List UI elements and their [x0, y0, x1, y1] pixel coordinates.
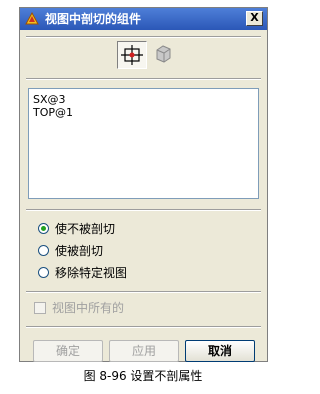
divider [26, 291, 261, 293]
radio-label: 使不被剖切 [55, 222, 116, 236]
page: 视图中剖切的组件 X SX@3 TOP@1 使不被剖切 使被剖切 移除特定视图 … [0, 0, 286, 394]
apply-button[interactable]: 应用 [109, 340, 179, 362]
ok-button[interactable]: 确定 [33, 340, 103, 362]
radio-button[interactable] [38, 267, 49, 278]
divider [26, 78, 261, 80]
all-in-view-checkbox[interactable] [34, 302, 46, 314]
close-button[interactable]: X [246, 11, 263, 26]
figure-caption: 图 8-96 设置不剖属性 [83, 369, 203, 383]
divider [26, 209, 261, 211]
component-list[interactable]: SX@3 TOP@1 [28, 88, 259, 199]
radio-button[interactable] [38, 245, 49, 256]
app-icon [25, 11, 39, 25]
section-components-dialog: 视图中剖切的组件 X SX@3 TOP@1 使不被剖切 使被剖切 移除特定视图 … [19, 7, 268, 362]
title-bar[interactable]: 视图中剖切的组件 X [20, 8, 267, 30]
list-item[interactable]: SX@3 [33, 93, 258, 106]
cube-tool[interactable] [149, 41, 179, 69]
cube-icon [156, 45, 171, 63]
radio-button[interactable] [38, 223, 49, 234]
radio-selected-dot [41, 226, 46, 231]
select-component-icon [121, 45, 143, 65]
cancel-button[interactable]: 取消 [185, 340, 255, 362]
radio-label: 使被剖切 [55, 244, 104, 258]
checkbox-label: 视图中所有的 [52, 301, 125, 315]
divider [26, 36, 261, 38]
select-component-tool[interactable] [117, 41, 147, 69]
divider [26, 326, 261, 328]
dialog-title: 视图中剖切的组件 [45, 12, 142, 26]
list-item[interactable]: TOP@1 [33, 106, 258, 119]
radio-label: 移除特定视图 [55, 266, 128, 280]
